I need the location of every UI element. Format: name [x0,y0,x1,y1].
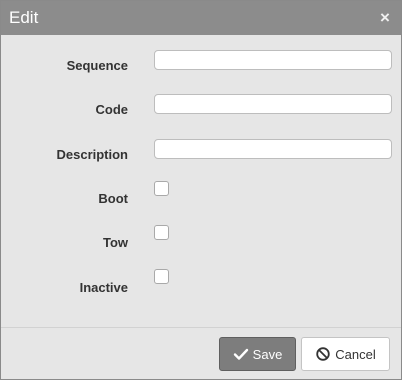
edit-dialog: Edit × Sequence Code Description Boot To… [0,0,402,380]
cancel-button[interactable]: Cancel [301,337,390,371]
close-icon[interactable]: × [377,9,393,27]
sequence-input[interactable] [154,50,392,70]
boot-checkbox[interactable] [154,181,169,196]
cancel-label: Cancel [335,346,376,362]
code-input[interactable] [154,94,392,114]
description-input[interactable] [154,139,392,159]
save-label: Save [252,346,283,362]
save-button[interactable]: Save [219,337,296,371]
ban-icon [315,346,331,362]
inactive-label: Inactive [79,280,128,295]
footer-divider [1,327,401,328]
tow-checkbox[interactable] [154,225,169,240]
check-icon [233,346,249,362]
inactive-checkbox[interactable] [154,269,169,284]
tow-label: Tow [102,235,128,250]
sequence-label: Sequence [66,58,128,73]
description-label: Description [56,147,128,162]
dialog-title: Edit [9,8,39,27]
code-label: Code [95,102,129,117]
dialog-titlebar: Edit × [1,1,401,35]
boot-label: Boot [98,191,128,206]
